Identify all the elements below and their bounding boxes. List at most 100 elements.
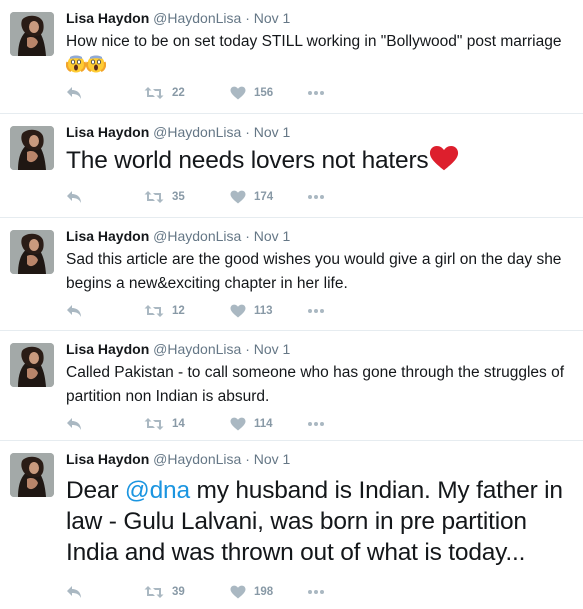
tweet-actions: 39 198 <box>66 583 366 601</box>
like-icon <box>230 304 246 318</box>
avatar-image <box>10 453 54 497</box>
avatar[interactable] <box>10 126 54 170</box>
like-count: 113 <box>254 305 273 317</box>
tweet-header: Lisa Haydon @HaydonLisa · Nov 1 <box>66 451 575 468</box>
retweet-button[interactable]: 39 <box>144 583 185 601</box>
username[interactable]: @HaydonLisa <box>153 451 241 467</box>
tweet-text: How nice to be on set today STILL workin… <box>65 30 575 82</box>
tweet-feed: Lisa Haydon @HaydonLisa · Nov 1 How nice… <box>0 0 583 609</box>
timestamp[interactable]: Nov 1 <box>254 451 291 467</box>
tweet[interactable]: Lisa Haydon @HaydonLisa · Nov 1 Sad this… <box>0 218 583 331</box>
retweet-count: 12 <box>172 305 185 317</box>
avatar[interactable] <box>10 12 54 56</box>
tweet[interactable]: Lisa Haydon @HaydonLisa · Nov 1 The worl… <box>0 114 583 218</box>
tweet[interactable]: Lisa Haydon @HaydonLisa · Nov 1 Dear @dn… <box>0 441 583 609</box>
retweet-count: 35 <box>172 191 185 203</box>
avatar-image <box>10 230 54 274</box>
tweet-header: Lisa Haydon @HaydonLisa · Nov 1 <box>66 10 575 27</box>
like-icon <box>230 190 246 204</box>
reply-icon <box>67 305 81 317</box>
reply-button[interactable] <box>66 84 82 102</box>
separator: · <box>245 228 250 244</box>
reply-button[interactable] <box>66 302 82 320</box>
timestamp[interactable]: Nov 1 <box>254 341 291 357</box>
like-icon <box>230 417 246 431</box>
reply-icon <box>67 87 81 99</box>
tweet-text-prefix: Dear <box>66 477 125 504</box>
tweet-text: Dear @dna my husband is Indian. My fathe… <box>66 475 575 568</box>
tweet-header: Lisa Haydon @HaydonLisa · Nov 1 <box>66 341 575 358</box>
tweet-actions: 14 114 <box>66 415 366 433</box>
tweet-actions: 12 113 <box>66 302 366 320</box>
username[interactable]: @HaydonLisa <box>153 10 241 26</box>
reply-button[interactable] <box>66 188 82 206</box>
username[interactable]: @HaydonLisa <box>153 228 241 244</box>
like-count: 198 <box>254 586 274 598</box>
avatar[interactable] <box>10 343 54 387</box>
like-icon <box>230 585 246 599</box>
tweet-header: Lisa Haydon @HaydonLisa · Nov 1 <box>66 228 575 245</box>
reply-icon <box>67 586 81 598</box>
tweet-text-content: The world needs lovers not haters <box>66 147 429 174</box>
separator: · <box>245 341 250 357</box>
more-icon <box>308 590 324 594</box>
more-button[interactable] <box>307 188 325 206</box>
scream-emoji-pair <box>65 54 107 82</box>
avatar-image <box>10 343 54 387</box>
display-name[interactable]: Lisa Haydon <box>66 228 149 244</box>
more-button[interactable] <box>307 415 325 433</box>
tweet[interactable]: Lisa Haydon @HaydonLisa · Nov 1 How nice… <box>0 0 583 114</box>
username[interactable]: @HaydonLisa <box>153 124 241 140</box>
avatar[interactable] <box>10 453 54 497</box>
display-name[interactable]: Lisa Haydon <box>66 451 149 467</box>
separator: · <box>245 451 250 467</box>
avatar-image <box>10 12 54 56</box>
tweet-text: The world needs lovers not haters <box>66 144 575 180</box>
username[interactable]: @HaydonLisa <box>153 341 241 357</box>
avatar-image <box>10 126 54 170</box>
avatar[interactable] <box>10 230 54 274</box>
like-button[interactable]: 113 <box>230 302 273 320</box>
more-button[interactable] <box>307 302 325 320</box>
retweet-icon <box>144 191 164 203</box>
retweet-icon <box>144 418 164 430</box>
like-icon <box>230 86 246 100</box>
like-count: 156 <box>254 87 274 99</box>
separator: · <box>245 10 250 26</box>
retweet-icon <box>144 305 164 317</box>
tweet-text: Sad this article are the good wishes you… <box>66 251 562 292</box>
retweet-count: 22 <box>172 87 185 99</box>
retweet-count: 14 <box>172 418 185 430</box>
retweet-button[interactable]: 12 <box>144 302 185 320</box>
retweet-button[interactable]: 22 <box>144 84 185 102</box>
retweet-icon <box>144 586 164 598</box>
reply-button[interactable] <box>66 583 82 601</box>
more-icon <box>308 422 324 426</box>
retweet-button[interactable]: 35 <box>144 188 185 206</box>
more-button[interactable] <box>307 84 325 102</box>
like-button[interactable]: 174 <box>230 188 273 206</box>
display-name[interactable]: Lisa Haydon <box>66 10 149 26</box>
timestamp[interactable]: Nov 1 <box>254 10 291 26</box>
timestamp[interactable]: Nov 1 <box>254 124 291 140</box>
like-button[interactable]: 198 <box>230 583 273 601</box>
mention-link[interactable]: @dna <box>125 477 190 504</box>
reply-icon <box>67 418 81 430</box>
more-icon <box>308 309 324 313</box>
timestamp[interactable]: Nov 1 <box>254 228 291 244</box>
like-count: 114 <box>254 418 273 430</box>
display-name[interactable]: Lisa Haydon <box>66 124 149 140</box>
separator: · <box>245 124 250 140</box>
like-button[interactable]: 156 <box>230 84 273 102</box>
tweet-actions: 35 174 <box>66 188 366 206</box>
display-name[interactable]: Lisa Haydon <box>66 341 149 357</box>
like-button[interactable]: 114 <box>230 415 273 433</box>
retweet-count: 39 <box>172 586 185 598</box>
retweet-icon <box>144 87 164 99</box>
tweet[interactable]: Lisa Haydon @HaydonLisa · Nov 1 Called P… <box>0 331 583 441</box>
reply-button[interactable] <box>66 415 82 433</box>
more-icon <box>308 195 324 199</box>
retweet-button[interactable]: 14 <box>144 415 185 433</box>
reply-icon <box>67 191 81 203</box>
more-button[interactable] <box>307 583 325 601</box>
